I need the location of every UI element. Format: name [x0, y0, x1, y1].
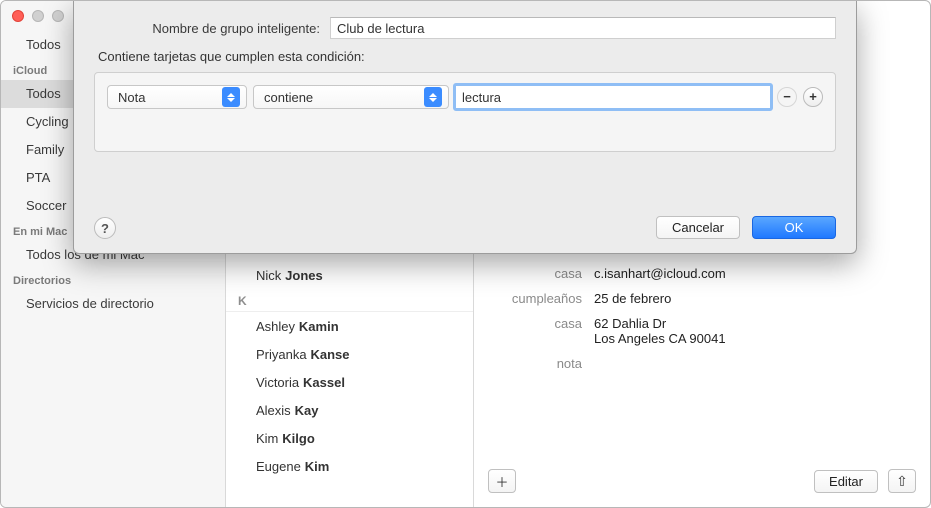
first-name: Victoria — [256, 375, 299, 390]
first-name: Alexis — [256, 403, 291, 418]
operator-popup-value: contiene — [264, 90, 313, 105]
ok-button[interactable]: OK — [752, 216, 836, 239]
last-name: Kamin — [299, 319, 339, 334]
last-name: Kay — [295, 403, 319, 418]
field-popup-value: Nota — [118, 90, 145, 105]
detail-label: casa — [474, 316, 594, 331]
group-name-label: Nombre de grupo inteligente: — [94, 21, 330, 36]
last-name: Kilgo — [282, 431, 315, 446]
list-item[interactable]: Kim Kilgo — [226, 424, 473, 452]
condition-value-input[interactable] — [455, 85, 771, 109]
minimize-window-button[interactable] — [32, 10, 44, 22]
list-item[interactable]: Alexis Kay — [226, 396, 473, 424]
help-button[interactable]: ? — [94, 217, 116, 239]
remove-condition-button: − — [777, 87, 797, 107]
sidebar-item-directory-services[interactable]: Servicios de directorio — [1, 290, 225, 318]
smart-group-sheet: Nombre de grupo inteligente: Contiene ta… — [73, 1, 857, 254]
detail-row: casa62 Dahlia DrLos Angeles CA 90041 — [474, 311, 930, 351]
detail-row: casac.isanhart@icloud.com — [474, 261, 930, 286]
last-name: Kassel — [303, 375, 345, 390]
list-item[interactable]: Eugene Kim — [226, 452, 473, 480]
share-button[interactable]: ⇧ — [888, 469, 916, 493]
last-name: Kim — [305, 459, 330, 474]
popup-arrows-icon — [424, 87, 442, 107]
sidebar-header-directories: Directorios — [1, 269, 225, 290]
condition-intro-label: Contiene tarjetas que cumplen esta condi… — [94, 49, 836, 64]
operator-popup[interactable]: contiene — [253, 85, 449, 109]
detail-row: cumpleaños25 de febrero — [474, 286, 930, 311]
list-item[interactable]: Ashley Kamin — [226, 312, 473, 340]
detail-value: c.isanhart@icloud.com — [594, 266, 930, 281]
first-name: Ashley — [256, 319, 295, 334]
last-name: Kanse — [310, 347, 349, 362]
share-icon: ⇧ — [896, 473, 908, 490]
condition-row: Nota contiene − + — [107, 85, 823, 109]
close-window-button[interactable] — [12, 10, 24, 22]
popup-arrows-icon — [222, 87, 240, 107]
first-name: Nick — [256, 268, 281, 283]
list-item[interactable]: Nick Jones — [226, 261, 473, 289]
section-header-letter: K — [226, 289, 473, 312]
cancel-button[interactable]: Cancelar — [656, 216, 740, 239]
first-name: Kim — [256, 431, 278, 446]
detail-label: casa — [474, 266, 594, 281]
detail-label: nota — [474, 356, 594, 371]
minus-icon: − — [783, 89, 791, 104]
zoom-window-button[interactable] — [52, 10, 64, 22]
plus-icon: + — [809, 89, 817, 104]
detail-value: 62 Dahlia DrLos Angeles CA 90041 — [594, 316, 930, 346]
last-name: Jones — [285, 268, 323, 283]
field-popup[interactable]: Nota — [107, 85, 247, 109]
add-condition-button[interactable]: + — [803, 87, 823, 107]
list-item[interactable]: Victoria Kassel — [226, 368, 473, 396]
detail-label: cumpleaños — [474, 291, 594, 306]
first-name: Eugene — [256, 459, 301, 474]
detail-value: 25 de febrero — [594, 291, 930, 306]
group-name-input[interactable] — [330, 17, 836, 39]
detail-row: nota — [474, 351, 930, 376]
condition-box: Nota contiene − + — [94, 72, 836, 152]
first-name: Priyanka — [256, 347, 307, 362]
list-item[interactable]: Priyanka Kanse — [226, 340, 473, 368]
edit-button[interactable]: Editar — [814, 470, 878, 493]
